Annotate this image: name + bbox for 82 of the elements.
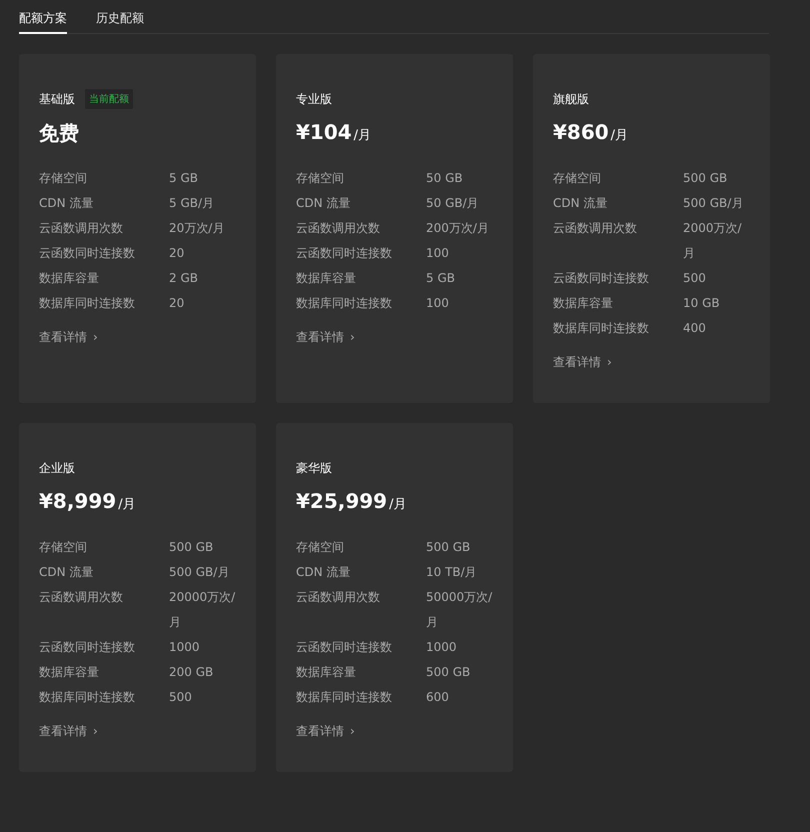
spec-value: 200 GB xyxy=(169,664,214,681)
spec-value: 5 GB xyxy=(169,170,199,187)
spec-value: 600 xyxy=(426,689,450,706)
spec-label: CDN 流量 xyxy=(39,564,94,581)
spec-label: 云函数同时连接数 xyxy=(39,639,136,656)
spec-label: 数据库同时连接数 xyxy=(296,689,393,706)
tab[interactable]: 配额方案 xyxy=(19,0,67,34)
spec-label: 云函数同时连接数 xyxy=(296,639,393,656)
spec-label: 存储空间 xyxy=(39,170,88,187)
spec-value: 500 GB xyxy=(169,539,214,556)
spec-value: 50 GB/月 xyxy=(426,195,480,212)
details-link[interactable]: 查看详情 › xyxy=(39,723,98,740)
spec-label: CDN 流量 xyxy=(39,195,94,212)
plan-price: ¥860 xyxy=(553,120,609,144)
spec-label: 云函数调用次数 xyxy=(39,220,124,237)
spec-value: 500 GB xyxy=(426,664,472,681)
plan-name: 企业版 xyxy=(39,460,75,476)
spec-value: 400 xyxy=(683,320,707,337)
price-unit: /月 xyxy=(118,496,136,513)
plan-name: 旗舰版 xyxy=(553,90,589,108)
plan-name: 豪华版 xyxy=(296,460,332,476)
spec-label: 数据库容量 xyxy=(553,295,614,312)
spec-value: 1000 xyxy=(169,639,201,656)
details-link[interactable]: 查看详情 › xyxy=(296,723,355,740)
spec-value: 5 GB xyxy=(426,270,456,287)
spec-value: 50000万次/月 xyxy=(426,589,493,631)
spec-value: 200万次/月 xyxy=(426,220,490,237)
price-unit: /月 xyxy=(389,496,406,513)
spec-label: 云函数同时连接数 xyxy=(296,245,393,262)
spec-label: 数据库同时连接数 xyxy=(553,320,650,337)
spec-label: 存储空间 xyxy=(553,170,602,187)
spec-label: 存储空间 xyxy=(296,170,345,187)
details-link[interactable]: 查看详情 › xyxy=(553,354,612,371)
spec-value: 20万次/月 xyxy=(169,220,226,237)
spec-label: CDN 流量 xyxy=(296,564,352,581)
plan-price: ¥104 xyxy=(296,120,352,144)
spec-value: 20000万次/月 xyxy=(169,589,236,631)
spec-label: 云函数调用次数 xyxy=(296,589,381,606)
price-unit: /月 xyxy=(610,127,628,144)
price-unit: /月 xyxy=(354,127,372,144)
spec-value: 500 GB xyxy=(426,539,472,556)
spec-label: 云函数调用次数 xyxy=(39,589,124,606)
spec-value: 2 GB xyxy=(169,270,199,287)
spec-value: 10 TB/月 xyxy=(426,564,478,581)
spec-value: 2000万次/月 xyxy=(683,220,743,262)
spec-value: 20 xyxy=(169,245,186,262)
plan-name: 基础版 xyxy=(39,90,75,108)
spec-label: 数据库容量 xyxy=(296,664,357,681)
spec-label: 存储空间 xyxy=(296,539,345,556)
spec-value: 20 xyxy=(169,295,186,312)
spec-value: 500 xyxy=(169,689,193,706)
spec-label: 云函数调用次数 xyxy=(553,220,638,237)
spec-value: 100 xyxy=(426,295,450,312)
spec-value: 5 GB/月 xyxy=(169,195,216,212)
spec-value: 1000 xyxy=(426,639,458,656)
spec-label: 云函数调用次数 xyxy=(296,220,381,237)
spec-label: CDN 流量 xyxy=(296,195,352,212)
spec-label: 数据库容量 xyxy=(39,270,100,287)
plan-price: 免费 xyxy=(39,120,79,147)
plan-price: ¥8,999 xyxy=(39,489,116,513)
spec-value: 500 GB/月 xyxy=(169,564,230,581)
spec-value: 50 GB xyxy=(426,170,464,187)
spec-value: 500 GB xyxy=(683,170,728,187)
spec-value: 500 GB/月 xyxy=(683,195,744,212)
tab[interactable]: 历史配额 xyxy=(96,0,144,34)
spec-value: 100 xyxy=(426,245,450,262)
plan-name: 专业版 xyxy=(296,90,332,108)
spec-label: CDN 流量 xyxy=(553,195,608,212)
spec-label: 存储空间 xyxy=(39,539,88,556)
spec-label: 数据库容量 xyxy=(39,664,100,681)
spec-label: 数据库同时连接数 xyxy=(39,295,136,312)
spec-label: 云函数同时连接数 xyxy=(39,245,136,262)
spec-label: 云函数同时连接数 xyxy=(553,270,650,287)
spec-label: 数据库容量 xyxy=(296,270,357,287)
current-badge: 当前配额 xyxy=(85,89,133,109)
spec-label: 数据库同时连接数 xyxy=(296,295,393,312)
spec-value: 500 xyxy=(683,270,707,287)
details-link[interactable]: 查看详情 › xyxy=(296,329,355,346)
spec-value: 10 GB xyxy=(683,295,721,312)
plan-price: ¥25,999 xyxy=(296,489,388,513)
details-link[interactable]: 查看详情 › xyxy=(39,329,98,346)
spec-label: 数据库同时连接数 xyxy=(39,689,136,706)
